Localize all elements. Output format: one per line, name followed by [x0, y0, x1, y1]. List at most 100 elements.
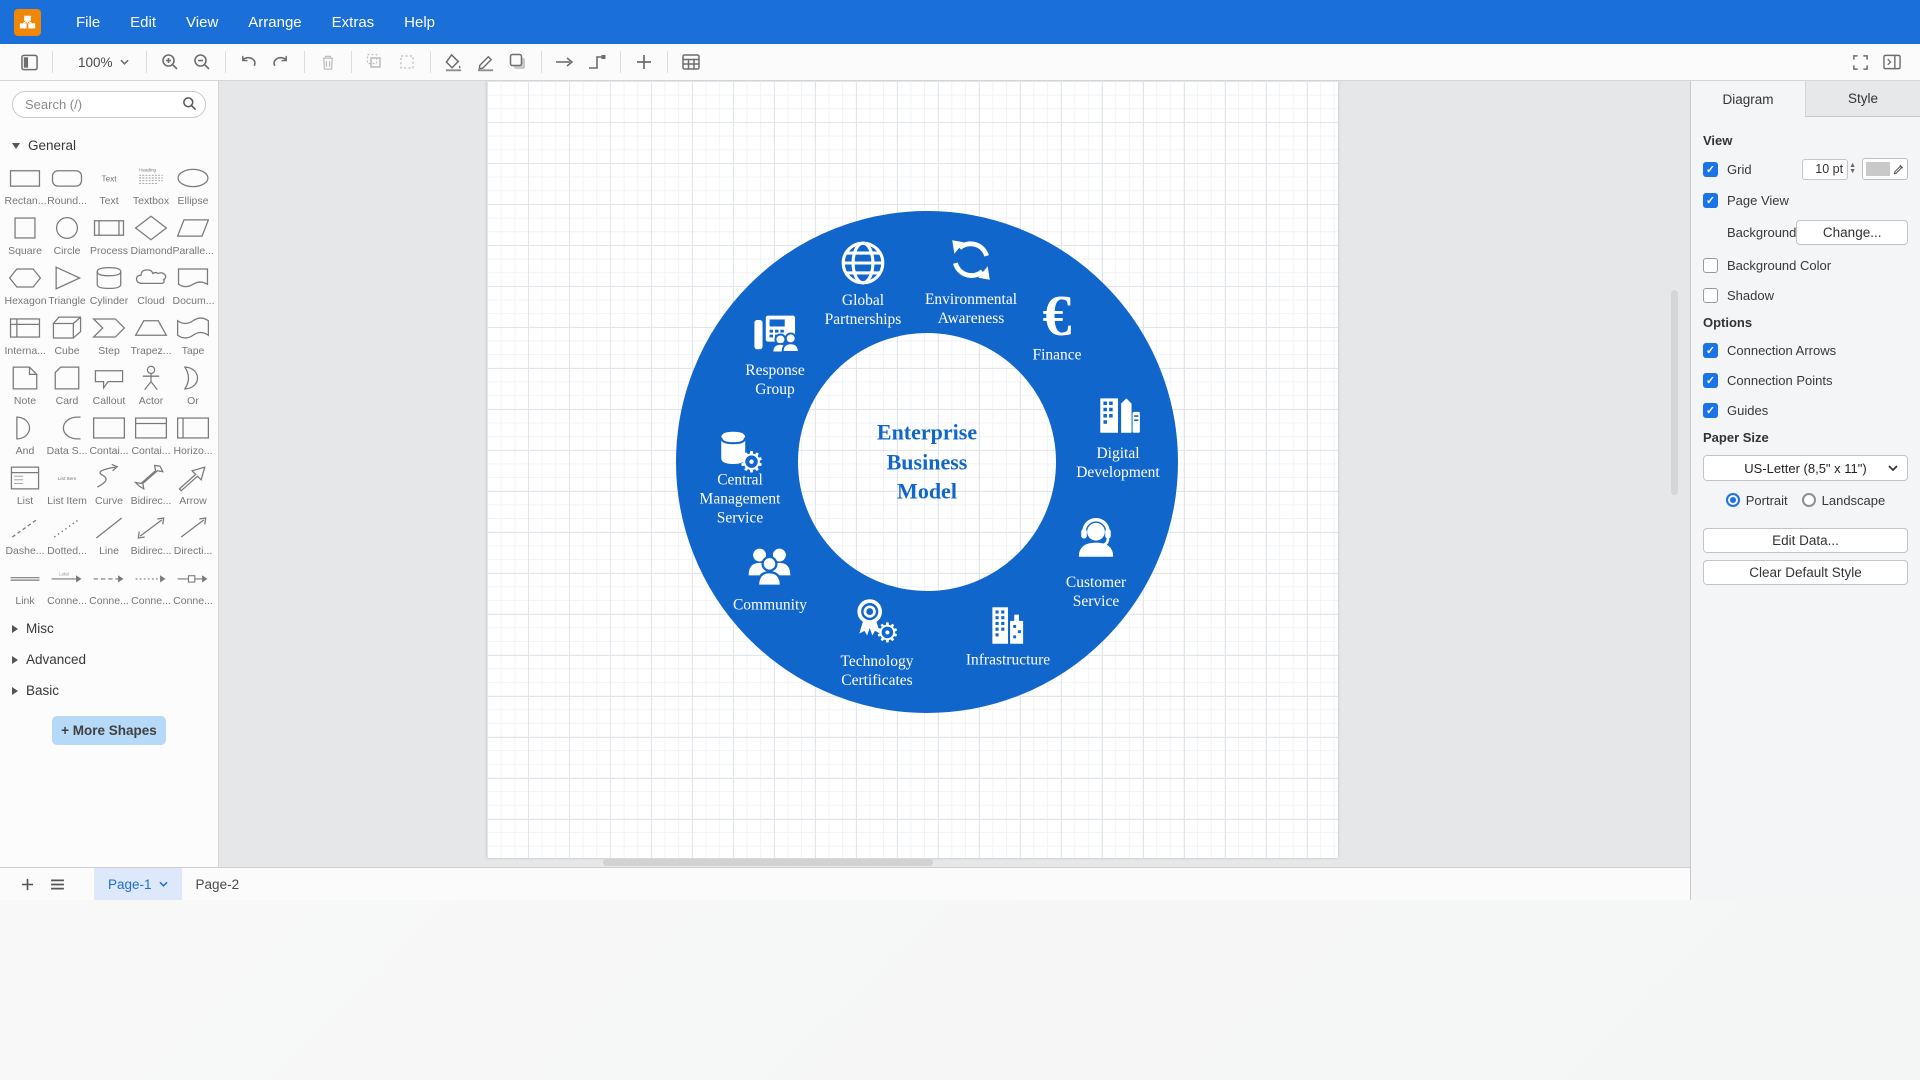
fullscreen-icon[interactable]: [1847, 49, 1873, 75]
shape-rect[interactable]: Rectan...: [5, 163, 46, 207]
shape-link[interactable]: Link: [5, 563, 46, 607]
shape-list[interactable]: List: [5, 463, 46, 507]
shape-datastore[interactable]: Data S...: [47, 413, 88, 457]
grid-color-button[interactable]: [1862, 158, 1908, 180]
shape-line[interactable]: Line: [89, 513, 130, 557]
grid-checkbox[interactable]: ✓: [1703, 162, 1718, 177]
waypoint-arrow-icon[interactable]: [552, 49, 578, 75]
undo-icon[interactable]: [236, 49, 262, 75]
shape-hcontainer[interactable]: Horizo...: [173, 413, 214, 457]
shape-listitem[interactable]: List ItemList Item: [47, 463, 88, 507]
diagram-segment-label[interactable]: Technology Certificates: [822, 653, 932, 691]
shape-internal[interactable]: Interna...: [5, 313, 46, 357]
shape-cylinder[interactable]: Cylinder: [89, 263, 130, 307]
menu-view[interactable]: View: [171, 0, 233, 44]
shape-parallelogram[interactable]: Paralle...: [173, 213, 214, 257]
diagram-segment-label[interactable]: Response Group: [732, 362, 818, 400]
shape-dashed[interactable]: Dashe...: [5, 513, 46, 557]
shape-cloud[interactable]: Cloud: [131, 263, 172, 307]
toggle-shapes-panel-icon[interactable]: [16, 49, 42, 75]
shape-square[interactable]: Square: [5, 213, 46, 257]
diagram-segment-label[interactable]: Central Management Service: [685, 472, 795, 529]
section-general[interactable]: General: [0, 132, 218, 159]
shape-circle[interactable]: Circle: [47, 213, 88, 257]
menu-file[interactable]: File: [61, 0, 115, 44]
more-shapes-button[interactable]: + More Shapes: [52, 716, 166, 745]
connection-points-checkbox[interactable]: ✓: [1703, 373, 1718, 388]
shape-conn2[interactable]: Conne...: [89, 563, 130, 607]
shape-callout[interactable]: Callout: [89, 363, 130, 407]
page-tab-2[interactable]: Page-2: [182, 868, 254, 900]
page-sheet[interactable]: Global PartnershipsEnvironmental Awarene…: [487, 81, 1338, 858]
diagram-segment-label[interactable]: Finance: [1012, 347, 1102, 366]
shape-process[interactable]: Process: [89, 213, 130, 257]
diagram-segment-label[interactable]: Customer Service: [1051, 574, 1141, 612]
to-front-icon[interactable]: [362, 49, 388, 75]
shape-container2[interactable]: Contai...: [131, 413, 172, 457]
connection-arrows-checkbox[interactable]: ✓: [1703, 343, 1718, 358]
shape-curve[interactable]: Curve: [89, 463, 130, 507]
portrait-radio[interactable]: [1726, 493, 1740, 507]
shape-or[interactable]: Or: [173, 363, 214, 407]
shape-search-input[interactable]: [12, 91, 206, 118]
page-tab-1[interactable]: Page-1: [94, 868, 182, 900]
shape-note[interactable]: Note: [5, 363, 46, 407]
clear-default-style-button[interactable]: Clear Default Style: [1703, 560, 1908, 585]
landscape-radio[interactable]: [1802, 493, 1816, 507]
diagram-segment-label[interactable]: Community: [715, 597, 825, 616]
connection-style-icon[interactable]: [584, 49, 610, 75]
diagram-segment-label[interactable]: Infrastructure: [943, 652, 1073, 671]
fill-color-icon[interactable]: [441, 49, 467, 75]
section-misc[interactable]: Misc: [0, 613, 218, 644]
shape-rounded[interactable]: Round...: [47, 163, 88, 207]
shape-conn3[interactable]: Conne...: [131, 563, 172, 607]
menu-extras[interactable]: Extras: [317, 0, 390, 44]
shape-conn4[interactable]: Conne...: [173, 563, 214, 607]
diagram-segment-label[interactable]: Global Partnerships: [808, 292, 918, 330]
section-advanced[interactable]: Advanced: [0, 644, 218, 675]
shape-actor[interactable]: Actor: [131, 363, 172, 407]
menu-arrange[interactable]: Arrange: [233, 0, 316, 44]
zoom-level-select[interactable]: 100%: [78, 55, 129, 70]
grid-size-input[interactable]: [1802, 159, 1848, 180]
shape-textbox[interactable]: HeadingTextbox: [131, 163, 172, 207]
shape-bidirline[interactable]: Bidirec...: [131, 513, 172, 557]
shape-ellipse[interactable]: Ellipse: [173, 163, 214, 207]
shadow-checkbox[interactable]: [1703, 288, 1718, 303]
shape-tape[interactable]: Tape: [173, 313, 214, 357]
line-color-icon[interactable]: [473, 49, 499, 75]
table-icon[interactable]: [678, 49, 704, 75]
tab-style[interactable]: Style: [1805, 81, 1920, 117]
shape-document[interactable]: Docum...: [173, 263, 214, 307]
guides-checkbox[interactable]: ✓: [1703, 403, 1718, 418]
shape-and[interactable]: And: [5, 413, 46, 457]
toggle-format-panel-icon[interactable]: [1879, 49, 1905, 75]
horizontal-scrollbar[interactable]: [603, 859, 933, 866]
redo-icon[interactable]: [268, 49, 294, 75]
shape-triangle[interactable]: Triangle: [47, 263, 88, 307]
background-color-checkbox[interactable]: [1703, 258, 1718, 273]
shape-dirline[interactable]: Directi...: [173, 513, 214, 557]
diagram-center-title[interactable]: EnterpriseBusinessModel: [877, 417, 977, 506]
paper-size-select[interactable]: US-Letter (8,5" x 11"): [1703, 455, 1908, 481]
shadow-icon[interactable]: [505, 49, 531, 75]
zoom-in-icon[interactable]: [157, 49, 183, 75]
edit-data-button[interactable]: Edit Data...: [1703, 528, 1908, 553]
insert-icon[interactable]: [631, 49, 657, 75]
shape-dotted[interactable]: Dotted...: [47, 513, 88, 557]
menu-help[interactable]: Help: [389, 0, 450, 44]
shape-bidirblock[interactable]: Bidirec...: [131, 463, 172, 507]
page-view-checkbox[interactable]: ✓: [1703, 193, 1718, 208]
delete-icon[interactable]: [315, 49, 341, 75]
diagram-segment-label[interactable]: Digital Development: [1063, 445, 1173, 483]
pages-menu-icon[interactable]: [42, 868, 72, 900]
to-back-icon[interactable]: [394, 49, 420, 75]
background-change-button[interactable]: Change...: [1796, 220, 1908, 245]
shape-container[interactable]: Contai...: [89, 413, 130, 457]
shape-conn1[interactable]: LabelConne...: [47, 563, 88, 607]
shape-cube[interactable]: Cube: [47, 313, 88, 357]
shape-diamond[interactable]: Diamond: [131, 213, 172, 257]
menu-edit[interactable]: Edit: [115, 0, 171, 44]
shape-step[interactable]: Step: [89, 313, 130, 357]
vertical-scrollbar[interactable]: [1671, 290, 1678, 495]
